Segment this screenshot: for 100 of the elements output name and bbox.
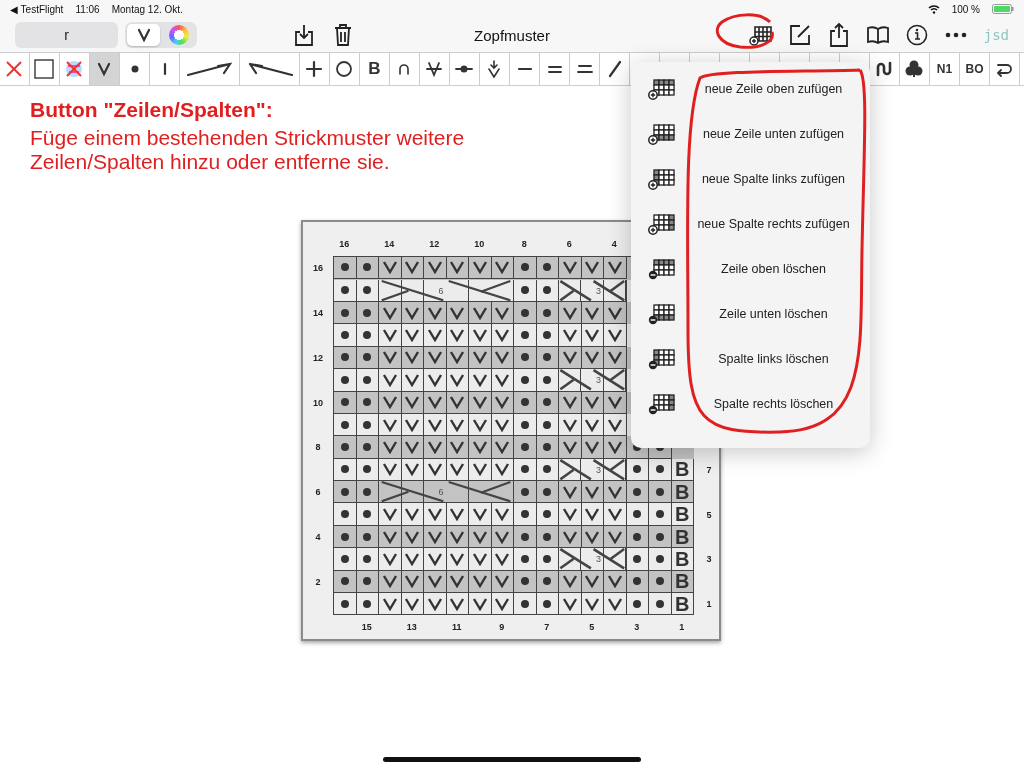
knit-v-icon xyxy=(404,462,421,477)
menu-item[interactable]: Spalte links löschen xyxy=(631,336,870,381)
knit-v-icon xyxy=(561,507,578,522)
menu-item[interactable]: neue Zeile oben zufügen xyxy=(631,66,870,111)
cable-count: 3 xyxy=(596,463,601,477)
knit-v-icon xyxy=(494,350,511,365)
knit-v-icon xyxy=(606,507,623,522)
knit-v-icon xyxy=(449,305,466,320)
knit-v-icon xyxy=(426,305,443,320)
purl-dot-icon xyxy=(543,286,552,295)
column-number: 1 xyxy=(678,622,686,633)
knit-v-icon xyxy=(426,395,443,410)
purl-dot-icon xyxy=(655,554,664,563)
purl-dot-icon xyxy=(340,465,349,474)
knit-v-icon xyxy=(561,596,578,611)
column-number: 14 xyxy=(383,239,396,250)
knit-v-icon xyxy=(584,350,601,365)
knit-v-icon xyxy=(606,305,623,320)
purl-dot-icon xyxy=(633,577,642,586)
knit-v-icon xyxy=(494,574,511,589)
knit-v-icon xyxy=(426,596,443,611)
menu-item[interactable]: Zeile unten löschen xyxy=(631,291,870,336)
purl-dot-icon xyxy=(543,599,552,608)
knit-v-icon xyxy=(404,596,421,611)
knit-v-icon xyxy=(494,439,511,454)
purl-dot-icon xyxy=(363,510,372,519)
purl-dot-icon xyxy=(340,375,349,384)
table-icon xyxy=(647,257,677,280)
knit-v-icon xyxy=(606,350,623,365)
segment-button[interactable] xyxy=(127,24,160,46)
purl-dot-icon xyxy=(520,510,529,519)
row-number: 8 xyxy=(314,442,322,453)
purl-dot-icon xyxy=(340,487,349,496)
purl-dot-icon xyxy=(520,375,529,384)
knit-v-icon xyxy=(449,395,466,410)
window-title: Zopfmuster xyxy=(474,26,550,44)
knit-v-icon xyxy=(606,395,623,410)
menu-item[interactable]: neue Spalte rechts zufügen xyxy=(631,201,870,246)
app-logo: jsd xyxy=(983,27,1009,43)
column-number: 15 xyxy=(360,622,373,633)
menu-item[interactable]: neue Zeile unten zufügen xyxy=(631,111,870,156)
knit-v-icon xyxy=(381,462,398,477)
cable-count: 3 xyxy=(596,374,601,388)
knit-v-icon xyxy=(606,596,623,611)
purl-dot-icon xyxy=(543,420,552,429)
knit-v-icon xyxy=(494,417,511,432)
purl-dot-icon xyxy=(363,442,372,451)
knit-v-icon xyxy=(404,372,421,387)
knit-v-icon xyxy=(449,462,466,477)
purl-dot-icon xyxy=(340,599,349,608)
purl-dot-icon xyxy=(520,599,529,608)
slash-icon xyxy=(607,60,622,78)
knit-v-icon xyxy=(584,439,601,454)
knit-v-icon xyxy=(471,529,488,544)
knit-v-icon xyxy=(561,260,578,275)
knit-v-icon xyxy=(381,529,398,544)
annotation-heading: Button "Zeilen/Spalten": xyxy=(30,98,274,122)
column-number: 16 xyxy=(338,239,351,250)
table-icon xyxy=(647,167,677,190)
purl-dot-icon xyxy=(520,398,529,407)
purl-dot-icon xyxy=(363,286,372,295)
menu-item[interactable]: Zeile oben löschen xyxy=(631,246,870,291)
knit-v-icon xyxy=(449,328,466,342)
purl-dot-icon xyxy=(543,554,552,563)
knit-v-icon xyxy=(426,350,443,365)
back-link[interactable]: ◀ TestFlight xyxy=(10,3,64,15)
knit-v-icon xyxy=(381,305,398,320)
knit-v-icon xyxy=(449,574,466,589)
knit-v-icon xyxy=(494,395,511,410)
menu-item[interactable]: Spalte rechts löschen xyxy=(631,381,870,426)
knit-v-icon xyxy=(584,574,601,589)
row-number: 3 xyxy=(705,554,713,565)
purl-dot-icon xyxy=(520,420,529,429)
color-wheel-icon xyxy=(168,25,189,45)
knit-v-icon xyxy=(561,305,578,320)
knit-v-icon xyxy=(404,417,421,432)
knit-v-icon xyxy=(561,484,578,499)
menu-item[interactable]: neue Spalte links zufügen xyxy=(631,156,870,201)
purl-dot-icon xyxy=(520,465,529,474)
knit-v-icon xyxy=(426,574,443,589)
bar-icon xyxy=(161,62,168,76)
knit-v-icon xyxy=(381,439,398,454)
knit-v-icon xyxy=(381,596,398,611)
name-field[interactable]: r xyxy=(15,22,118,48)
row-number: 6 xyxy=(314,487,322,498)
underline-dash-icon xyxy=(575,64,594,74)
knit-v-icon xyxy=(449,417,466,432)
purl-dot-icon xyxy=(363,398,372,407)
knit-v-icon xyxy=(494,372,511,387)
knit-v-icon xyxy=(471,372,488,387)
purl-dot-icon xyxy=(543,331,552,339)
purl-dot-icon xyxy=(340,532,349,541)
knit-v-icon xyxy=(381,551,398,566)
knit-v-icon xyxy=(494,328,511,342)
symbol-button[interactable] xyxy=(90,53,120,85)
knit-v-icon xyxy=(404,574,421,589)
purl-dot-icon xyxy=(340,286,349,295)
knit-v-icon xyxy=(426,507,443,522)
table-icon xyxy=(647,77,677,100)
knit-v-icon xyxy=(449,350,466,365)
